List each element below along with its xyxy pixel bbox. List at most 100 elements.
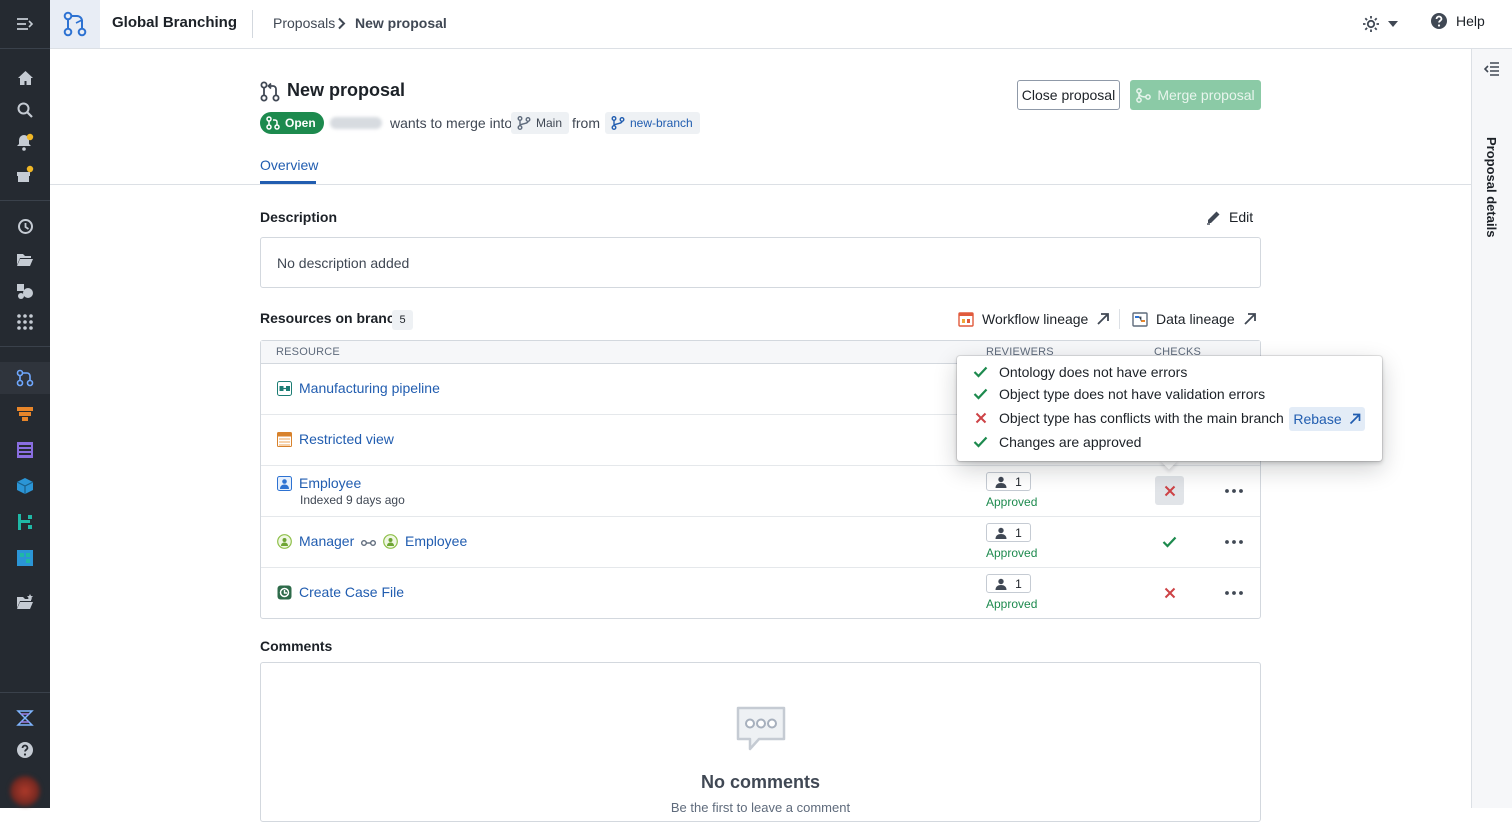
review-status: Approved [986, 495, 1038, 509]
lineage-divider [1119, 309, 1120, 329]
ontology-cube-app-icon[interactable] [13, 474, 37, 498]
check-icon [973, 436, 988, 448]
table-row[interactable]: Manager Employee 1 Approved [261, 517, 1260, 568]
sun-icon [1362, 15, 1380, 33]
merge-proposal-button[interactable]: Merge proposal [1130, 80, 1261, 110]
check-item-label: Changes are approved [999, 434, 1142, 450]
table-row[interactable]: Create Case File 1 Approved [261, 568, 1260, 619]
resource-link[interactable]: Employee [299, 475, 361, 491]
source-branch-tag[interactable]: new-branch [605, 112, 700, 134]
reviewer-count: 1 [1015, 474, 1022, 489]
git-pull-request-icon [260, 81, 280, 102]
resource-link[interactable]: Create Case File [299, 584, 404, 600]
merge-text: wants to merge into [390, 115, 513, 131]
proposal-title: New proposal [287, 80, 406, 100]
description-box: No description added [260, 237, 1261, 288]
check-item: Object type has conflicts with the main … [973, 410, 1284, 426]
reviewer-count-tag[interactable]: 1 [986, 574, 1031, 593]
person-icon [995, 578, 1007, 590]
folder-star-icon[interactable] [13, 590, 37, 614]
comments-title: Comments [260, 638, 333, 654]
resource-link[interactable]: Manufacturing pipeline [299, 380, 440, 396]
history-icon[interactable] [13, 214, 37, 238]
review-status: Approved [986, 546, 1038, 560]
object-type-icon [383, 534, 398, 549]
check-item: Changes are approved [973, 434, 1141, 450]
link-connector-icon [361, 539, 376, 547]
check-item-label: Object type does not have validation err… [999, 386, 1266, 402]
proposal-details-label[interactable]: Proposal details [1484, 137, 1499, 237]
reviewer-count-tag[interactable]: 1 [986, 472, 1031, 491]
folder-open-icon[interactable] [13, 247, 37, 271]
description-title: Description [260, 209, 338, 225]
restricted-view-icon [277, 432, 292, 447]
top-bar: Global Branching Proposals New proposal … [50, 0, 1512, 49]
analytics-app-icon[interactable] [13, 546, 37, 570]
action-type-icon [277, 585, 292, 600]
edit-icon [1206, 210, 1221, 225]
from-text: from [572, 115, 600, 131]
help-button[interactable]: Help [1430, 12, 1485, 30]
checks-status-button[interactable] [1155, 527, 1184, 556]
gift-icon[interactable] [13, 162, 37, 186]
tab-overview[interactable]: Overview [260, 157, 318, 173]
check-item: Object type does not have validation err… [973, 386, 1265, 402]
data-app-icon[interactable] [13, 510, 37, 534]
link-type-icon [277, 534, 292, 549]
shapes-icon[interactable] [13, 279, 37, 303]
apps-grid-icon[interactable] [13, 310, 37, 334]
check-icon [973, 366, 988, 378]
close-proposal-button[interactable]: Close proposal [1017, 80, 1120, 110]
notifications-icon[interactable] [13, 130, 37, 154]
arrow-top-right-icon [1349, 413, 1361, 425]
rebase-label: Rebase [1293, 411, 1342, 427]
left-navigation-rail [0, 0, 50, 808]
reviewer-count-tag[interactable]: 1 [986, 523, 1031, 542]
panel-expand-icon[interactable] [1484, 62, 1500, 76]
help-circle-icon[interactable] [13, 738, 37, 762]
more-options-button[interactable] [1221, 532, 1247, 552]
chevron-right-icon [337, 17, 346, 30]
target-branch-tag[interactable]: Main [511, 112, 570, 134]
workflow-lineage-label: Workflow lineage [982, 311, 1089, 327]
workshop-app-icon[interactable] [13, 438, 37, 462]
more-options-button[interactable] [1221, 583, 1247, 603]
checks-popover: Ontology does not have errors Object typ… [957, 356, 1382, 461]
rebase-button[interactable]: Rebase [1289, 407, 1365, 431]
theme-toggle-button[interactable] [1362, 12, 1402, 36]
arrow-top-right-icon [1096, 312, 1110, 326]
check-item-label: Ontology does not have errors [999, 364, 1188, 380]
proposal-details-panel[interactable]: Proposal details [1471, 49, 1512, 808]
edit-description-button[interactable]: Edit [1206, 209, 1253, 225]
source-branch-label: new-branch [630, 116, 693, 130]
workflow-lineage-link[interactable]: Workflow lineage [958, 311, 1110, 327]
cross-icon [973, 412, 988, 424]
linked-resource-link[interactable]: Employee [405, 533, 467, 549]
search-icon[interactable] [13, 98, 37, 122]
column-header-resource: RESOURCE [276, 346, 340, 358]
check-icon [973, 388, 988, 400]
resource-link[interactable]: Restricted view [299, 431, 394, 447]
table-row[interactable]: Employee Indexed 9 days ago 1 Approved [261, 466, 1260, 517]
user-avatar[interactable] [10, 776, 40, 806]
menu-collapse-icon[interactable] [13, 12, 37, 36]
more-options-button[interactable] [1221, 481, 1247, 501]
breadcrumb-proposals[interactable]: Proposals [273, 15, 335, 31]
divider [252, 10, 253, 38]
pipeline-app-icon[interactable] [13, 402, 37, 426]
checks-status-button[interactable] [1155, 476, 1184, 505]
pipeline-icon [277, 381, 292, 396]
status-label: Open [285, 116, 316, 130]
checks-status-button[interactable] [1155, 578, 1184, 607]
resource-link[interactable]: Manager [299, 533, 354, 549]
data-lineage-icon [1132, 311, 1148, 327]
reviewer-count: 1 [1015, 525, 1022, 540]
resources-title: Resources on branch [260, 310, 404, 326]
target-branch-label: Main [536, 116, 563, 130]
edit-label: Edit [1229, 209, 1254, 225]
hourglass-app-icon[interactable] [13, 706, 37, 730]
data-lineage-link[interactable]: Data lineage [1132, 311, 1257, 327]
app-logo[interactable] [50, 0, 100, 48]
global-branching-app-icon[interactable] [13, 366, 37, 390]
home-icon[interactable] [13, 66, 37, 90]
